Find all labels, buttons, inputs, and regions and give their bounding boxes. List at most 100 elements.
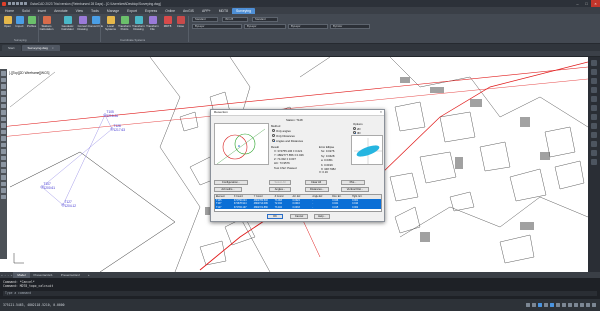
station-t105[interactable]: T105 1216.26 xyxy=(103,110,119,118)
clear-all-button[interactable]: Clear All xyxy=(305,180,327,185)
ribbon-dropdown[interactable]: ByLayer xyxy=(244,24,286,29)
copy-icon[interactable] xyxy=(1,142,6,147)
azimuths-button[interactable]: Azimuths... xyxy=(214,187,242,192)
mirror-icon[interactable] xyxy=(1,181,6,186)
command-input[interactable]: Type a command xyxy=(3,290,597,296)
offset-icon[interactable] xyxy=(1,175,6,180)
station-elevation: 1200.61 xyxy=(44,186,56,190)
hatch-icon[interactable] xyxy=(1,110,6,115)
method-angles-distances-radio[interactable] xyxy=(272,139,275,142)
transform-points-button[interactable]: Transform Points xyxy=(118,15,131,37)
tool-palettes-icon[interactable] xyxy=(591,96,597,102)
ok-button[interactable]: OK xyxy=(267,214,283,219)
point-icon[interactable] xyxy=(1,123,6,128)
doc-tab-label: Surveying.dwg xyxy=(27,46,48,50)
polyline-icon[interactable] xyxy=(1,84,6,89)
undo-icon[interactable] xyxy=(20,2,23,5)
method-only-distances-radio[interactable] xyxy=(272,134,275,137)
angles-button[interactable]: Angles... xyxy=(269,187,291,192)
rectangle-icon[interactable] xyxy=(1,103,6,108)
transform-file-button[interactable]: Transform File xyxy=(146,15,159,37)
arc-icon[interactable] xyxy=(1,97,6,102)
preview-green-line xyxy=(216,128,266,165)
ribbon-dropdown[interactable]: Standard xyxy=(252,17,278,22)
block-icon[interactable] xyxy=(1,129,6,134)
text-icon[interactable] xyxy=(1,116,6,121)
properties-icon[interactable] xyxy=(591,60,597,66)
save-icon[interactable] xyxy=(16,2,19,5)
open-icon[interactable] xyxy=(12,2,15,5)
ribbon-dropdown[interactable]: Standard xyxy=(192,17,218,22)
markup-icon[interactable] xyxy=(591,159,597,165)
help-button[interactable]: Help... xyxy=(314,214,330,219)
station-elevation: 1216.26 xyxy=(107,114,119,118)
dialog-close-icon[interactable]: × xyxy=(380,110,382,114)
close-tab-icon[interactable]: × xyxy=(52,46,54,50)
circle-icon[interactable] xyxy=(1,90,6,95)
layers-icon[interactable] xyxy=(591,69,597,75)
table-row[interactable]: T127 374784.107 4802721.866 73.402 0.003… xyxy=(215,205,381,210)
geodesic-calculator-button[interactable]: Geodesic Calculator xyxy=(61,15,74,37)
plot-button[interactable]: Plot... xyxy=(341,180,365,185)
scale-icon[interactable] xyxy=(1,155,6,160)
object-tracking-icon[interactable] xyxy=(556,303,560,307)
blocks-icon[interactable] xyxy=(591,78,597,84)
ribbon-dropdown[interactable]: ISO-25 xyxy=(222,17,248,22)
design-center-icon[interactable] xyxy=(591,87,597,93)
option-2d-radio[interactable] xyxy=(353,127,356,130)
option-3d-radio[interactable] xyxy=(353,131,356,134)
select-all-button[interactable]: Select All xyxy=(269,180,291,185)
lineweight-icon[interactable] xyxy=(562,303,566,307)
distances-button[interactable]: Distances... xyxy=(305,187,329,192)
close-window-button[interactable]: × xyxy=(591,0,600,7)
sheet-set-icon[interactable] xyxy=(591,150,597,156)
rotate-icon[interactable] xyxy=(1,149,6,154)
object-snap-icon[interactable] xyxy=(550,303,554,307)
measure-icon[interactable] xyxy=(591,132,597,138)
ribbon-dropdown[interactable]: ByLayer xyxy=(192,24,242,29)
station-t127[interactable]: T127 1204.12 xyxy=(61,200,76,208)
configuration-button[interactable]: Configuration... xyxy=(214,180,248,185)
line-icon[interactable] xyxy=(1,77,6,82)
snap-mode-icon[interactable] xyxy=(526,303,530,307)
customize-icon[interactable] xyxy=(592,303,596,307)
calculator-icon[interactable] xyxy=(591,141,597,147)
station-t128[interactable]: T128 1217.63 xyxy=(110,124,125,132)
window-title: GstarCAD 2023 Trial version (Reimbursed … xyxy=(30,1,161,6)
ribbon-dropdown[interactable]: ByLayer xyxy=(288,24,328,29)
annotation-scale-icon[interactable] xyxy=(574,303,578,307)
minimize-button[interactable]: – xyxy=(573,0,582,7)
workspace-icon[interactable] xyxy=(580,303,584,307)
method-only-angles-radio[interactable] xyxy=(272,129,275,132)
ribbon-dropdown[interactable]: ByColor xyxy=(330,24,370,29)
select-icon[interactable] xyxy=(1,71,6,76)
profiles-button[interactable]: Profiles xyxy=(25,15,38,37)
dynamic-input-icon[interactable] xyxy=(568,303,572,307)
polar-tracking-icon[interactable] xyxy=(544,303,548,307)
ortho-mode-icon[interactable] xyxy=(538,303,542,307)
ribbon-group-label: Coordinate Systems xyxy=(120,38,146,42)
grid-mode-icon[interactable] xyxy=(532,303,536,307)
fillet-icon[interactable] xyxy=(1,188,6,193)
stations-calculation-button[interactable]: Stations Calculation xyxy=(40,15,53,37)
trim-icon[interactable] xyxy=(1,162,6,167)
move-icon[interactable] xyxy=(1,136,6,141)
close-button[interactable]: Close xyxy=(174,15,187,37)
viewport-controls-label[interactable]: [-][Top][2D Wireframe][WCS] xyxy=(9,71,49,75)
transform-drawing-button[interactable]: Transform Drawing xyxy=(132,15,145,37)
fullscreen-icon[interactable] xyxy=(586,303,590,307)
pan-icon[interactable] xyxy=(591,105,597,111)
local-systems-button[interactable]: Local Systems xyxy=(104,15,117,37)
station-t107[interactable]: T107 1200.61 xyxy=(40,182,56,190)
extend-icon[interactable] xyxy=(1,168,6,173)
new-icon[interactable] xyxy=(8,2,11,5)
erase-icon[interactable] xyxy=(1,194,6,199)
cancel-button[interactable]: Cancel xyxy=(290,214,308,219)
zoom-icon[interactable] xyxy=(591,114,597,120)
maximize-button[interactable]: □ xyxy=(582,0,591,7)
redo-icon[interactable] xyxy=(24,2,27,5)
vertical-dist-button[interactable]: Vertical Dist... xyxy=(341,187,369,192)
orbit-icon[interactable] xyxy=(591,123,597,129)
cell: T127 xyxy=(216,205,222,209)
survey-edge-line xyxy=(9,71,56,108)
